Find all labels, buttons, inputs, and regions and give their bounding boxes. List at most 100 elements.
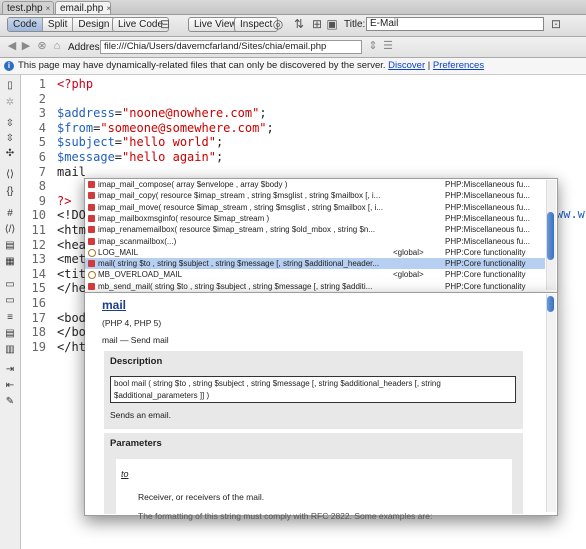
page-title-input[interactable]: E-Mail bbox=[366, 17, 544, 31]
discover-link[interactable]: Discover bbox=[388, 60, 425, 71]
info-icon: i bbox=[4, 61, 14, 71]
hint-row[interactable]: mail( string $to , string $subject , str… bbox=[85, 258, 545, 270]
select-parent-tag-icon[interactable]: ⟨⟩ bbox=[3, 169, 17, 181]
view-options-icon[interactable]: ⊞ bbox=[309, 17, 325, 32]
code-line: <?php bbox=[57, 77, 93, 91]
address-dropdown-icon[interactable]: ⇕ bbox=[367, 40, 379, 53]
collapse-full-tag-icon[interactable]: ⇳ bbox=[3, 118, 17, 130]
indent-code-icon[interactable]: ⇥ bbox=[3, 364, 17, 376]
code-token: ; bbox=[266, 120, 274, 135]
code-token: $subject bbox=[57, 135, 115, 150]
refresh-globe-icon[interactable]: ◎ bbox=[270, 17, 286, 32]
code-line: <tit bbox=[57, 267, 86, 281]
code-line: $subject="hello world"; bbox=[57, 135, 223, 149]
line-number: 8 bbox=[38, 179, 46, 194]
signature-line-1: bool mail ( string $to , string $subject… bbox=[114, 379, 441, 388]
line-number: 9 bbox=[38, 193, 46, 208]
close-icon[interactable]: × bbox=[46, 2, 51, 15]
hint-row[interactable]: MB_OVERLOAD_MAIL <global> PHP:Core functio… bbox=[85, 269, 545, 280]
format-source-icon[interactable]: ✎ bbox=[3, 396, 17, 408]
hint-row[interactable]: imap_mail_move( resource $imap_stream , … bbox=[85, 202, 545, 213]
open-documents-icon[interactable]: ▯ bbox=[3, 80, 17, 92]
tab-test-php[interactable]: test.php × bbox=[2, 1, 54, 14]
hint-signature: LOG_MAIL bbox=[98, 247, 139, 257]
parameter-name: to bbox=[121, 469, 129, 479]
file-management-icon[interactable]: ⇅ bbox=[291, 17, 307, 32]
constant-icon bbox=[88, 248, 96, 257]
hint-category: PHP:Core functionality bbox=[445, 247, 526, 257]
word-wrap-icon[interactable]: ▦ bbox=[3, 256, 17, 268]
title-options-icon[interactable]: ⊡ bbox=[548, 17, 564, 32]
highlight-invalid-code-icon[interactable]: ⟨/⟩ bbox=[3, 224, 17, 236]
code-token: "noone@nowhere.com" bbox=[122, 106, 260, 121]
hint-scope: <global> bbox=[393, 247, 424, 257]
visual-aids-icon[interactable]: ▣ bbox=[324, 17, 340, 32]
apply-comment-icon[interactable]: ▭ bbox=[3, 279, 17, 291]
line-number: 14 bbox=[31, 266, 46, 281]
code-view-button[interactable]: Code bbox=[8, 18, 43, 31]
remove-comment-icon[interactable]: ▭ bbox=[3, 295, 17, 307]
show-code-navigator-icon[interactable]: ✲ bbox=[3, 97, 17, 109]
hint-category: PHP:Miscellaneous fu... bbox=[445, 236, 530, 246]
function-icon bbox=[88, 237, 95, 245]
hint-row[interactable]: LOG_MAIL <global> PHP:Core functionality bbox=[85, 247, 545, 258]
wrap-tag-icon[interactable]: ≡ bbox=[3, 312, 17, 324]
code-line: <htm bbox=[57, 223, 86, 237]
move-css-icon[interactable]: ▥ bbox=[3, 344, 17, 356]
hint-category: PHP:Miscellaneous fu... bbox=[445, 202, 530, 212]
hint-signature: imap_mail_move( resource $imap_stream , … bbox=[98, 202, 383, 212]
balance-braces-icon[interactable]: {} bbox=[3, 186, 17, 198]
function-icon bbox=[88, 181, 95, 188]
address-field[interactable]: file:///Chia/Users/davemcfarland/Sites/c… bbox=[100, 40, 362, 54]
hint-list-scroll-thumb[interactable] bbox=[547, 212, 554, 260]
code-line: <met bbox=[57, 252, 86, 266]
forward-arrow-icon[interactable]: ▶ bbox=[20, 40, 32, 53]
hint-row[interactable]: imap_mail_compose( array $envelope , arr… bbox=[85, 179, 545, 190]
code-line: $from="someone@somewhere.com"; bbox=[57, 121, 274, 135]
hint-row[interactable]: imap_scanmailbox(...) PHP:Miscellaneous f… bbox=[85, 236, 545, 247]
code-token: $from bbox=[57, 120, 94, 135]
hint-row[interactable]: imap_mail_copy( resource $imap_stream , … bbox=[85, 190, 545, 201]
code-token: <tit bbox=[57, 266, 86, 281]
browser-compat-icon[interactable]: ⊟ bbox=[157, 17, 173, 32]
line-numbers-icon[interactable]: # bbox=[3, 208, 17, 220]
live-view-options-icon[interactable]: ☰ bbox=[382, 40, 394, 53]
collapse-selection-icon[interactable]: ⇳ bbox=[3, 133, 17, 145]
doc-function-title[interactable]: mail bbox=[102, 298, 126, 312]
split-view-button[interactable]: Split bbox=[42, 18, 74, 31]
preferences-link[interactable]: Preferences bbox=[433, 60, 484, 71]
hint-signature: imap_scanmailbox(...) bbox=[98, 236, 177, 246]
close-icon[interactable]: × bbox=[106, 2, 111, 15]
code-token: "hello world" bbox=[122, 135, 216, 150]
syntax-error-alerts-icon[interactable]: ▤ bbox=[3, 240, 17, 252]
line-number: 10 bbox=[31, 208, 46, 223]
hint-row[interactable]: imap_mailboxmsginfo( resource $imap_stre… bbox=[85, 213, 545, 224]
home-icon[interactable]: ⌂ bbox=[51, 40, 63, 53]
code-token: = bbox=[114, 135, 123, 150]
line-number: 1 bbox=[38, 77, 46, 91]
hint-row[interactable]: imap_renamemailbox( resource $imap_strea… bbox=[85, 224, 545, 235]
code-token: </ht bbox=[57, 339, 86, 354]
code-token: <bod bbox=[57, 310, 86, 325]
recent-snippets-icon[interactable]: ▤ bbox=[3, 328, 17, 340]
code-line: $message="hello again"; bbox=[57, 150, 223, 164]
hint-row[interactable]: mb_send_mail( string $to , string $subje… bbox=[85, 281, 545, 292]
tab-email-php[interactable]: email.php × bbox=[55, 1, 111, 14]
view-mode-switch: Code Split Design bbox=[7, 17, 116, 32]
line-number: 4 bbox=[38, 120, 46, 135]
code-line: <hea bbox=[57, 238, 86, 252]
code-token: </bo bbox=[57, 325, 86, 340]
design-view-button[interactable]: Design bbox=[73, 18, 115, 31]
expand-all-icon[interactable]: ✣ bbox=[3, 148, 17, 160]
info-message: This page may have dynamically-related f… bbox=[18, 58, 484, 74]
code-token: ?> bbox=[57, 193, 72, 208]
outdent-code-icon[interactable]: ⇤ bbox=[3, 380, 17, 392]
function-signature-box: bool mail ( string $to , string $subject… bbox=[110, 376, 516, 403]
parameter-entry bbox=[116, 459, 512, 514]
back-arrow-icon[interactable]: ◀ bbox=[6, 40, 18, 53]
doc-scroll-thumb[interactable] bbox=[547, 296, 554, 312]
stop-icon[interactable]: ⊗ bbox=[36, 40, 48, 53]
doc-scrollbar[interactable] bbox=[546, 294, 556, 512]
function-icon bbox=[88, 260, 95, 268]
tab-label: email.php bbox=[60, 2, 104, 14]
